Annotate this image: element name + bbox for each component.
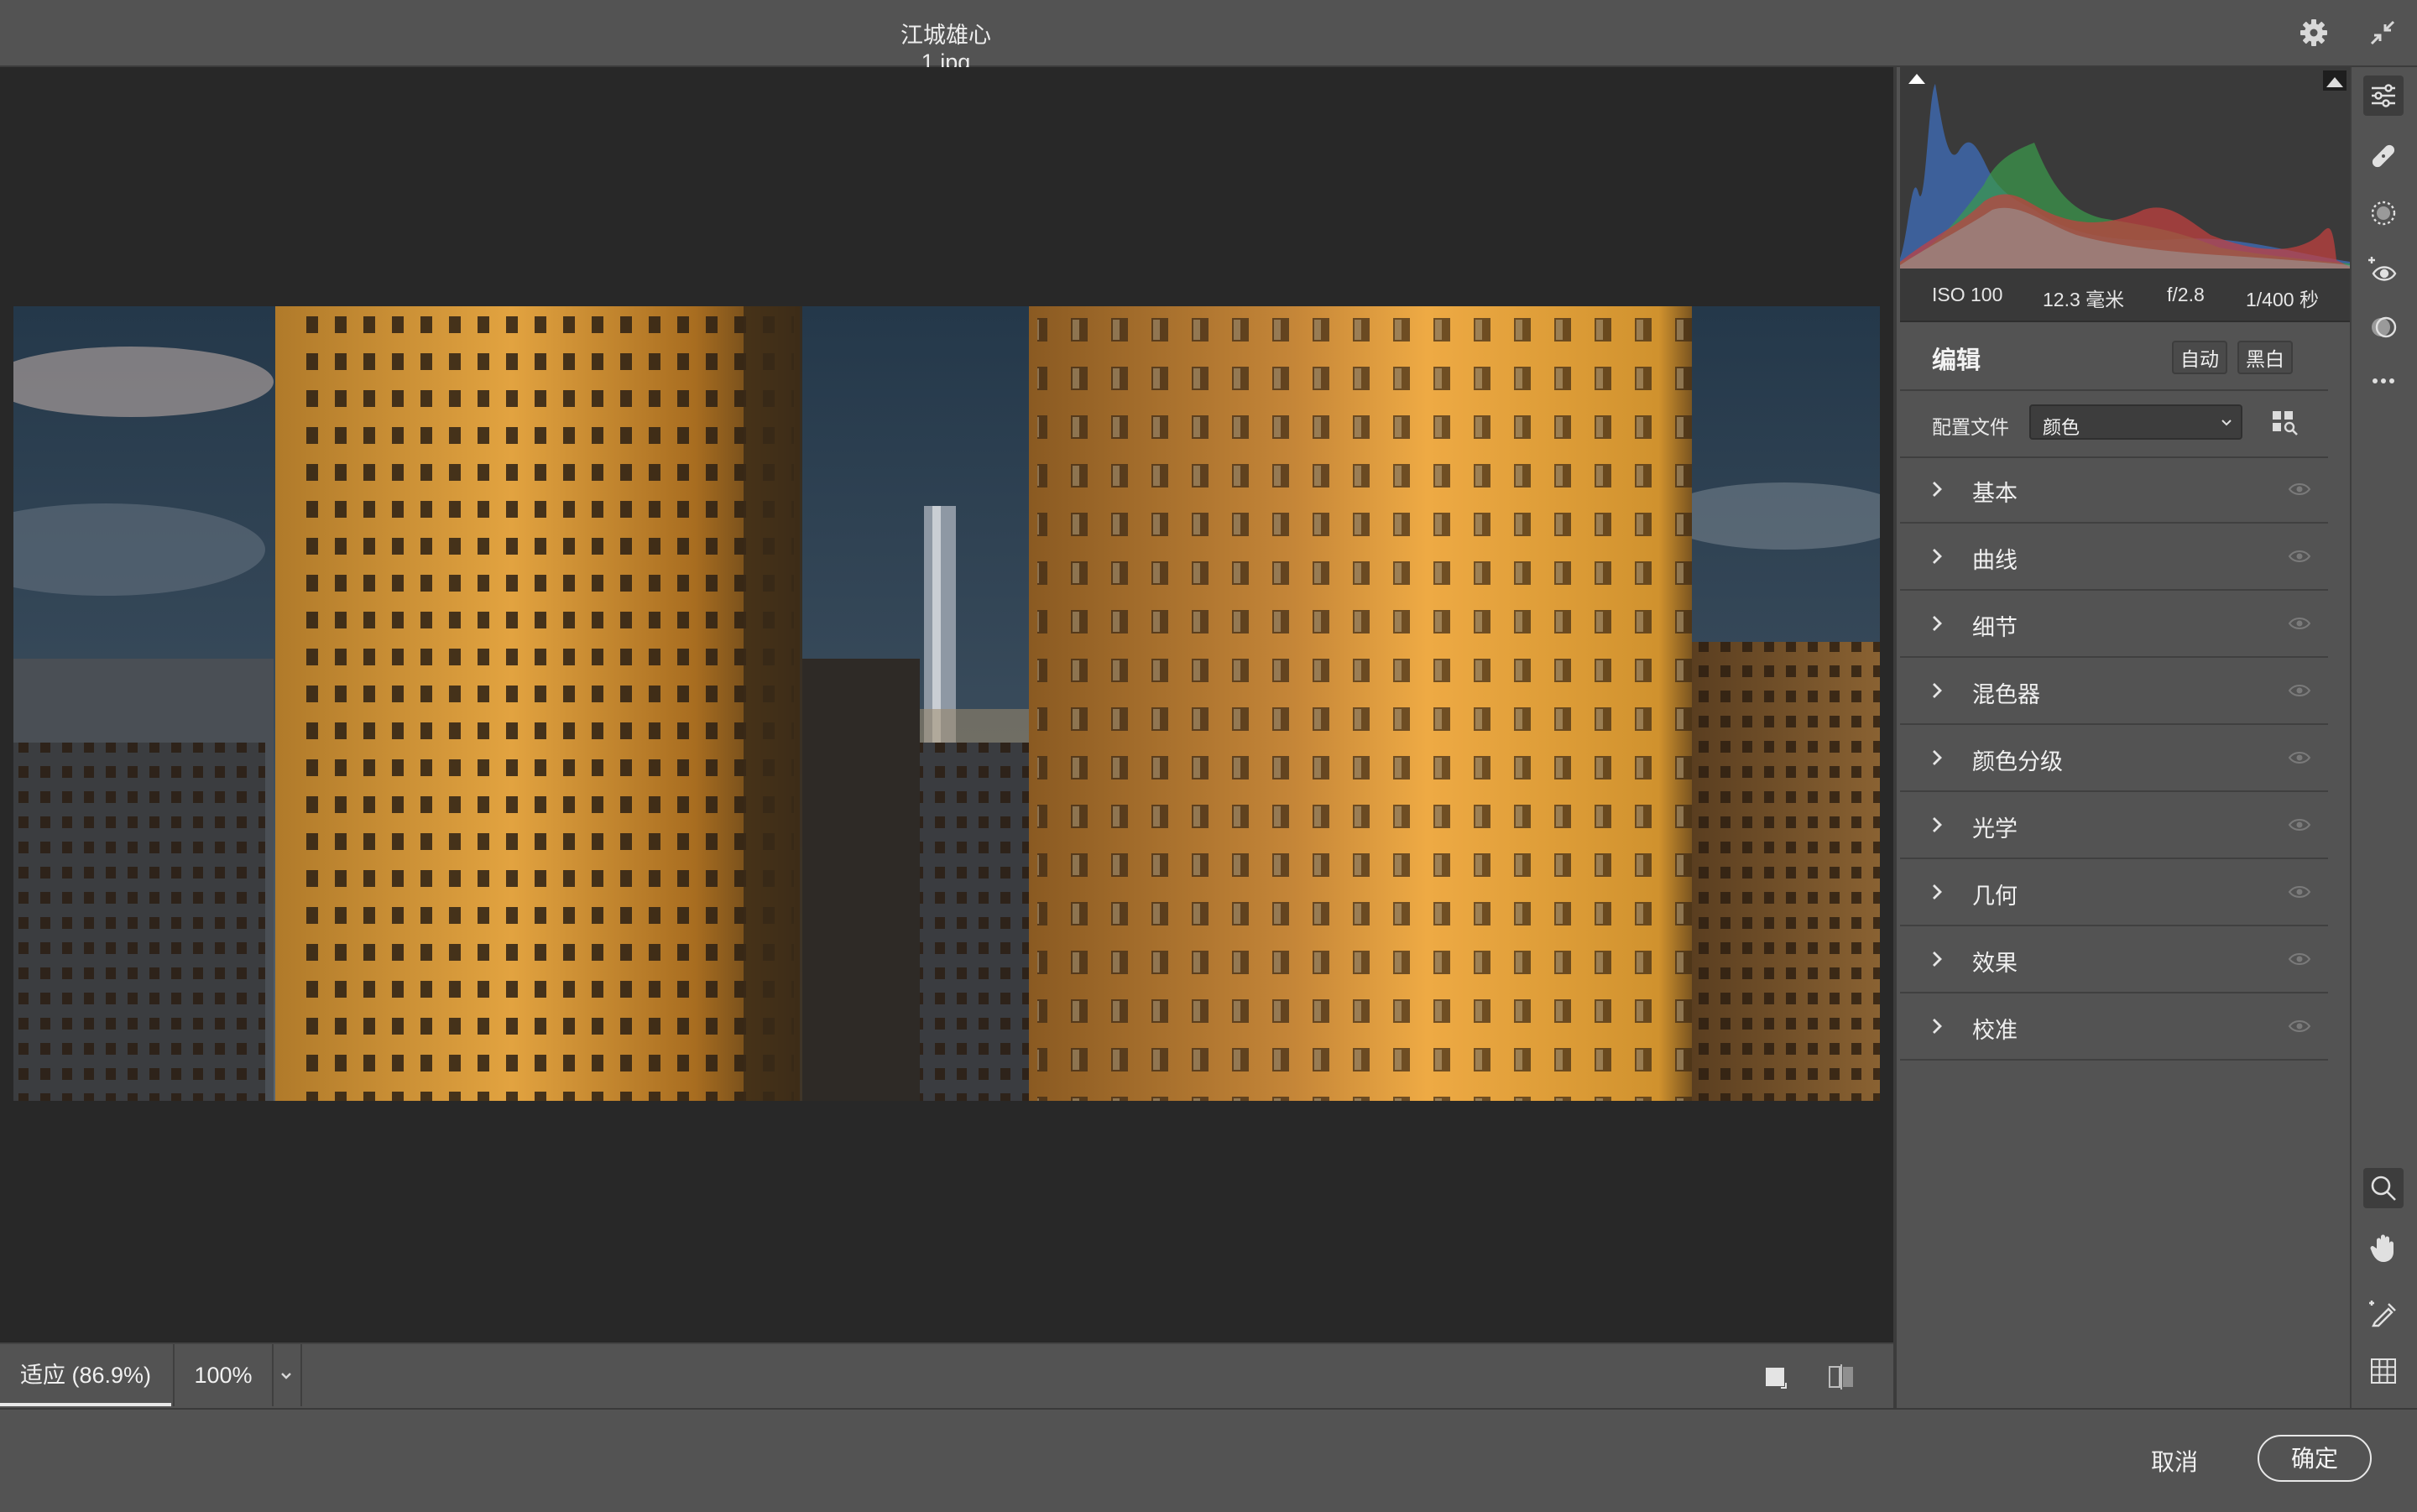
section-label: 校准 bbox=[1972, 1018, 2018, 1043]
more-icon[interactable] bbox=[2363, 361, 2404, 401]
chevron-down-icon bbox=[281, 1373, 291, 1379]
section-label: 基本 bbox=[1972, 481, 2018, 506]
eye-icon[interactable] bbox=[2288, 884, 2311, 899]
sampler-icon[interactable] bbox=[2363, 1292, 2404, 1332]
chevron-right-icon bbox=[1933, 482, 1942, 497]
profile-value: 颜色 bbox=[2043, 417, 2080, 438]
masking-icon[interactable] bbox=[2363, 193, 2404, 233]
tool-strip bbox=[2350, 67, 2417, 1408]
eye-icon[interactable] bbox=[2288, 817, 2311, 832]
exif-info: ISO 100 12.3 毫米 f/2.8 1/400 秒 bbox=[1900, 269, 2350, 322]
before-after-icon[interactable] bbox=[1826, 1363, 1856, 1391]
eye-icon[interactable] bbox=[2288, 549, 2311, 564]
chevron-right-icon bbox=[1933, 952, 1942, 967]
chevron-right-icon bbox=[1933, 1019, 1942, 1034]
hand-icon[interactable] bbox=[2363, 1227, 2404, 1267]
section-basic[interactable]: 基本 bbox=[1900, 456, 2328, 524]
section-label: 几何 bbox=[1972, 884, 2018, 909]
eye-icon[interactable] bbox=[2288, 482, 2311, 497]
zoom-fit-button[interactable]: 适应 (86.9%) bbox=[0, 1344, 171, 1406]
zoom-bar: 适应 (86.9%) 100% bbox=[0, 1343, 1893, 1408]
cancel-button[interactable]: 取消 bbox=[2132, 1438, 2217, 1487]
section-label: 细节 bbox=[1972, 615, 2018, 640]
chevron-right-icon bbox=[1933, 817, 1942, 832]
chevron-right-icon bbox=[1933, 683, 1942, 698]
section-optics[interactable]: 光学 bbox=[1900, 792, 2328, 859]
section-label: 效果 bbox=[1972, 951, 2018, 976]
eye-icon[interactable] bbox=[2288, 750, 2311, 765]
exif-iso: ISO 100 bbox=[1932, 284, 2003, 305]
eye-icon[interactable] bbox=[2288, 683, 2311, 698]
chevron-right-icon bbox=[1933, 884, 1942, 899]
profile-select[interactable]: 颜色 bbox=[2029, 404, 2242, 440]
section-color-mixer[interactable]: 混色器 bbox=[1900, 658, 2328, 725]
image-canvas[interactable] bbox=[0, 67, 1893, 1343]
section-label: 颜色分级 bbox=[1972, 749, 2063, 774]
section-detail[interactable]: 细节 bbox=[1900, 591, 2328, 658]
section-effects[interactable]: 效果 bbox=[1900, 926, 2328, 993]
exif-focal: 12.3 毫米 bbox=[2043, 289, 2125, 310]
zoom-icon[interactable] bbox=[2363, 1168, 2404, 1208]
gear-icon[interactable] bbox=[2298, 17, 2330, 49]
exif-aperture: f/2.8 bbox=[2167, 284, 2205, 305]
section-label: 光学 bbox=[1972, 816, 2018, 842]
section-calibration[interactable]: 校准 bbox=[1900, 993, 2328, 1061]
edit-panel: ISO 100 12.3 毫米 f/2.8 1/400 秒 编辑 自动 黑白 配… bbox=[1893, 67, 2350, 1408]
chevron-right-icon bbox=[1933, 616, 1942, 631]
profile-browser-icon[interactable] bbox=[2269, 406, 2300, 436]
profile-row: 配置文件 颜色 bbox=[1900, 391, 2328, 458]
section-curves[interactable]: 曲线 bbox=[1900, 524, 2328, 591]
zoom-dropdown[interactable] bbox=[272, 1344, 302, 1406]
chevron-right-icon bbox=[1933, 549, 1942, 564]
section-label: 曲线 bbox=[1972, 548, 2018, 573]
zoom-100-button[interactable]: 100% bbox=[173, 1344, 274, 1406]
profile-label: 配置文件 bbox=[1932, 416, 2009, 438]
chevron-right-icon bbox=[1933, 750, 1942, 765]
single-view-icon[interactable] bbox=[1762, 1363, 1791, 1391]
red-eye-icon[interactable] bbox=[2363, 250, 2404, 290]
presets-icon[interactable] bbox=[2363, 307, 2404, 347]
collapse-icon[interactable] bbox=[2367, 17, 2399, 49]
ok-button[interactable]: 确定 bbox=[2258, 1435, 2372, 1482]
eye-icon[interactable] bbox=[2288, 1019, 2311, 1034]
section-color-grading[interactable]: 颜色分级 bbox=[1900, 725, 2328, 792]
title-bar: 江城雄心1.jpg bbox=[0, 0, 2417, 75]
healing-icon[interactable] bbox=[2363, 136, 2404, 176]
eye-icon[interactable] bbox=[2288, 616, 2311, 631]
exif-shutter: 1/400 秒 bbox=[2246, 289, 2319, 310]
photo-preview[interactable] bbox=[13, 306, 1880, 1101]
black-white-button[interactable]: 黑白 bbox=[2237, 341, 2293, 374]
section-label: 混色器 bbox=[1972, 682, 2040, 707]
eye-icon[interactable] bbox=[2288, 952, 2311, 967]
grid-icon[interactable] bbox=[2363, 1351, 2404, 1391]
section-geometry[interactable]: 几何 bbox=[1900, 859, 2328, 926]
dialog-footer: 取消 确定 bbox=[0, 1408, 2417, 1512]
edit-header: 编辑 自动 黑白 bbox=[1900, 322, 2328, 391]
chevron-down-icon bbox=[2221, 420, 2232, 426]
histogram bbox=[1900, 67, 2350, 269]
edit-title: 编辑 bbox=[1932, 347, 1981, 374]
edit-sliders-icon[interactable] bbox=[2363, 76, 2404, 116]
shadow-clip-icon bbox=[1908, 74, 1925, 84]
auto-button[interactable]: 自动 bbox=[2172, 341, 2227, 374]
